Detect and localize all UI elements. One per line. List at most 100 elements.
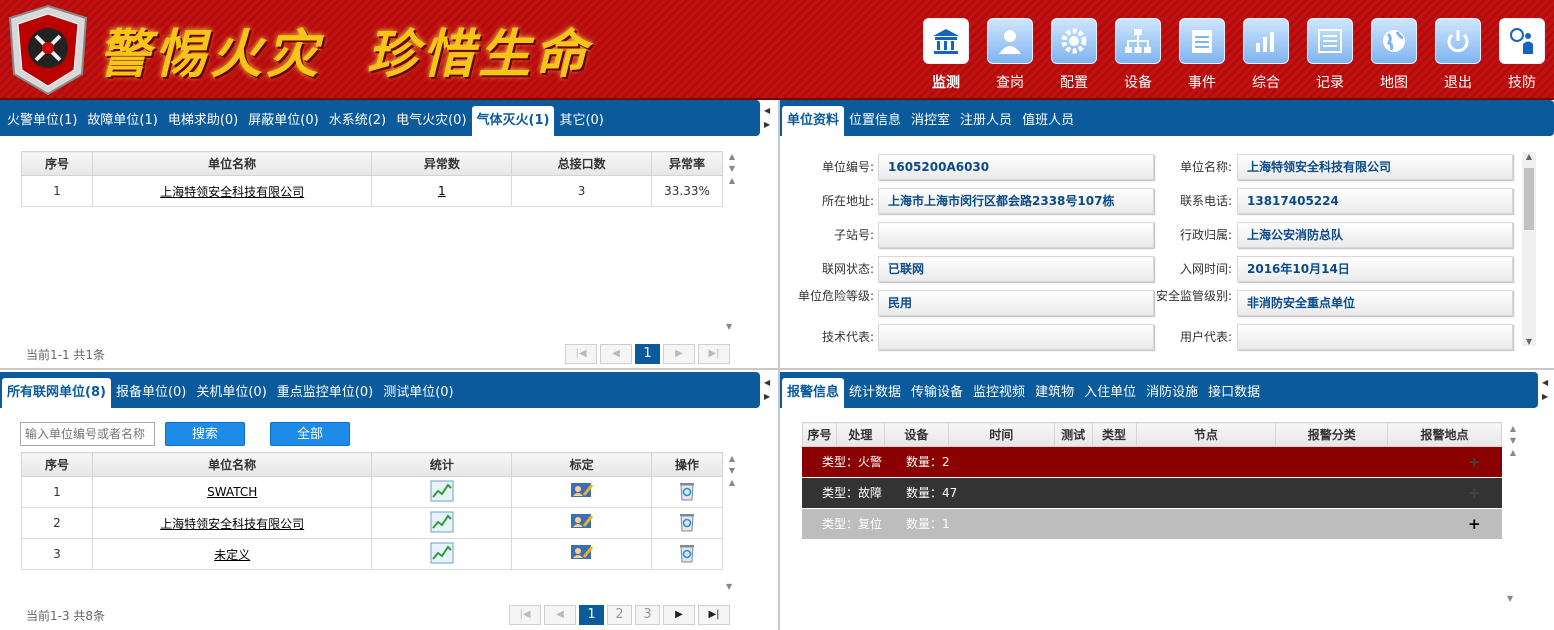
tab-4[interactable]: 水系统(2)	[324, 106, 391, 136]
alarm-group-row[interactable]: 类型： 故障 数量： 47 +	[802, 478, 1502, 508]
nav-item-2[interactable]: 配置	[1042, 18, 1106, 94]
field-value[interactable]: 上海公安消防总队	[1237, 222, 1513, 248]
calibrate-icon[interactable]	[570, 482, 594, 504]
field-value[interactable]: 非消防安全重点单位	[1237, 290, 1513, 316]
unit-search-input[interactable]	[20, 422, 155, 446]
column-header[interactable]: 单位名称	[91, 151, 373, 176]
column-header[interactable]: 总接口数	[511, 151, 652, 176]
recycle-bin-icon[interactable]	[677, 513, 697, 536]
column-header[interactable]: 时间	[947, 422, 1055, 447]
tab-1[interactable]: 报备单位(0)	[111, 378, 191, 408]
line-chart-icon[interactable]	[430, 542, 454, 567]
tab-scroll-arrows[interactable]: ◀ ▶	[764, 376, 774, 404]
tab-7[interactable]: 接口数据	[1203, 378, 1265, 408]
tab-7[interactable]: 其它(0)	[554, 106, 608, 136]
field-value[interactable]: 1605200A6030	[878, 154, 1154, 180]
tab-6[interactable]: 消防设施	[1141, 378, 1203, 408]
column-header[interactable]: 报警分类	[1275, 422, 1389, 447]
tab-2[interactable]: 传输设备	[906, 378, 968, 408]
field-value[interactable]: 上海特领安全科技有限公司	[1237, 154, 1513, 180]
unit-name-link[interactable]: 上海特领安全科技有限公司	[160, 185, 304, 199]
column-header[interactable]: 节点	[1135, 422, 1277, 447]
field-value[interactable]	[878, 222, 1154, 248]
tab-0[interactable]: 报警信息	[782, 378, 845, 408]
tab-3[interactable]: 监控视频	[968, 378, 1030, 408]
first-page-button[interactable]: |◀	[509, 605, 541, 625]
field-value[interactable]	[1237, 324, 1513, 350]
column-header[interactable]: 操作	[651, 452, 723, 477]
field-value[interactable]: 上海市上海市闵行区都会路2338号107栋	[878, 188, 1154, 214]
unit-info-scrollbar[interactable]: ▲ ▼	[1522, 152, 1536, 346]
tab-4[interactable]: 建筑物	[1030, 378, 1079, 408]
tab-scroll-arrows[interactable]: ◀ ▶	[1542, 376, 1552, 404]
abnormal-count-link[interactable]: 1	[438, 184, 446, 198]
column-header[interactable]: 异常率	[651, 151, 723, 176]
expand-plus-icon[interactable]: +	[1468, 478, 1481, 508]
table-row[interactable]: 2 上海特领安全科技有限公司	[21, 507, 723, 539]
tab-0[interactable]: 火警单位(1)	[2, 106, 82, 136]
page-number-button[interactable]: 3	[635, 605, 660, 625]
column-header[interactable]: 序号	[21, 151, 93, 176]
tab-3[interactable]: 重点监控单位(0)	[272, 378, 378, 408]
show-all-button[interactable]: 全部	[270, 422, 350, 446]
tab-2[interactable]: 关机单位(0)	[191, 378, 271, 408]
next-page-button[interactable]: ▶	[663, 344, 695, 364]
column-header[interactable]: 类型	[1091, 422, 1137, 447]
unit-name-link[interactable]: SWATCH	[207, 485, 257, 499]
tab-scroll-arrows[interactable]: ◀ ▶	[764, 104, 774, 132]
column-header[interactable]: 单位名称	[91, 452, 373, 477]
calibrate-icon[interactable]	[570, 544, 594, 566]
expand-plus-icon[interactable]: +	[1468, 447, 1481, 477]
column-header[interactable]: 序号	[21, 452, 93, 477]
column-header[interactable]: 异常数	[371, 151, 513, 176]
page-number-button[interactable]: 1	[579, 605, 604, 625]
tab-3[interactable]: 屏蔽单位(0)	[243, 106, 323, 136]
column-header[interactable]: 设备	[883, 422, 949, 447]
next-page-button[interactable]: ▶	[663, 605, 695, 625]
tab-6[interactable]: 气体灭火(1)	[471, 106, 555, 136]
field-value[interactable]: 2016年10月14日	[1237, 256, 1513, 282]
nav-item-6[interactable]: 记录	[1298, 18, 1362, 94]
line-chart-icon[interactable]	[430, 480, 454, 505]
column-header[interactable]: 序号	[802, 422, 837, 447]
search-button[interactable]: 搜索	[165, 422, 245, 446]
field-value[interactable]	[878, 324, 1154, 350]
nav-item-1[interactable]: 查岗	[978, 18, 1042, 94]
table-row[interactable]: 1 上海特领安全科技有限公司 1 3 33.33%	[21, 175, 723, 207]
first-page-button[interactable]: |◀	[565, 344, 597, 364]
column-header[interactable]: 标定	[511, 452, 653, 477]
tab-5[interactable]: 入住单位	[1079, 378, 1141, 408]
calibrate-icon[interactable]	[570, 513, 594, 535]
tab-3[interactable]: 注册人员	[955, 106, 1017, 136]
tab-2[interactable]: 消控室	[906, 106, 955, 136]
tab-5[interactable]: 电气火灾(0)	[391, 106, 471, 136]
field-value[interactable]: 13817405224	[1237, 188, 1513, 214]
tab-1[interactable]: 故障单位(1)	[82, 106, 162, 136]
unit-name-link[interactable]: 未定义	[214, 548, 250, 562]
table-row[interactable]: 3 未定义	[21, 538, 723, 570]
nav-item-0[interactable]: 监测	[914, 18, 978, 94]
expand-plus-icon[interactable]: +	[1468, 509, 1481, 539]
networked-table-scrollbar[interactable]: ▲ ▼ ▲ ▼	[726, 454, 738, 594]
tab-4[interactable]: 值班人员	[1017, 106, 1079, 136]
tab-0[interactable]: 所有联网单位(8)	[2, 378, 111, 408]
page-number-button[interactable]: 1	[635, 344, 660, 364]
page-number-button[interactable]: 2	[607, 605, 632, 625]
column-header[interactable]: 处理	[835, 422, 885, 447]
nav-item-3[interactable]: 设备	[1106, 18, 1170, 94]
last-page-button[interactable]: ▶|	[698, 344, 730, 364]
nav-item-8[interactable]: 退出	[1426, 18, 1490, 94]
tab-1[interactable]: 位置信息	[844, 106, 906, 136]
alarm-scrollbar[interactable]: ▲ ▼ ▲ ▼	[1507, 424, 1519, 608]
recycle-bin-icon[interactable]	[677, 482, 697, 505]
table-row[interactable]: 1 SWATCH	[21, 476, 723, 508]
last-page-button[interactable]: ▶|	[698, 605, 730, 625]
field-value[interactable]: 民用	[878, 290, 1154, 316]
abnormal-table-scrollbar[interactable]: ▲ ▼ ▲ ▼	[726, 152, 738, 332]
prev-page-button[interactable]: ◀	[600, 344, 632, 364]
nav-item-7[interactable]: 地图	[1362, 18, 1426, 94]
nav-item-9[interactable]: 技防	[1490, 18, 1554, 94]
column-header[interactable]: 统计	[371, 452, 513, 477]
tab-4[interactable]: 测试单位(0)	[378, 378, 458, 408]
unit-name-link[interactable]: 上海特领安全科技有限公司	[160, 517, 304, 531]
